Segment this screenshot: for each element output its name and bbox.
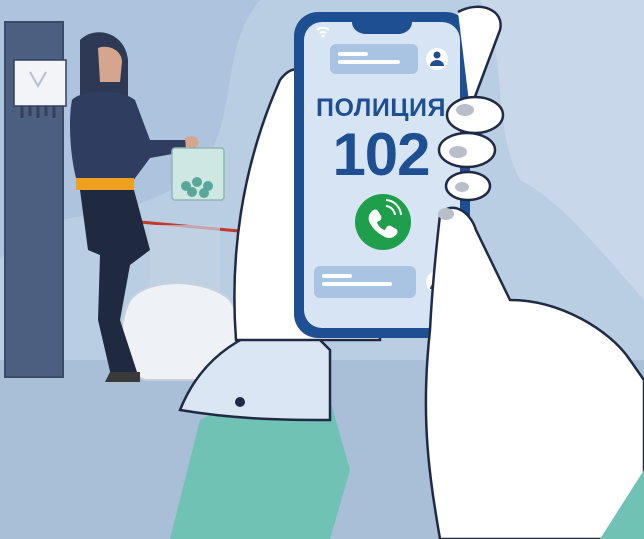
call-button[interactable] <box>355 194 411 250</box>
illustration <box>0 0 644 539</box>
plastic-bag <box>171 147 225 201</box>
police-title: ПОЛИЦИЯ <box>315 94 446 122</box>
cufflink <box>235 397 245 407</box>
emergency-number: 102 <box>332 121 430 188</box>
message-bubble-bottom <box>314 266 416 298</box>
message-bubble-top <box>330 44 418 74</box>
avatar-icon <box>426 48 448 70</box>
